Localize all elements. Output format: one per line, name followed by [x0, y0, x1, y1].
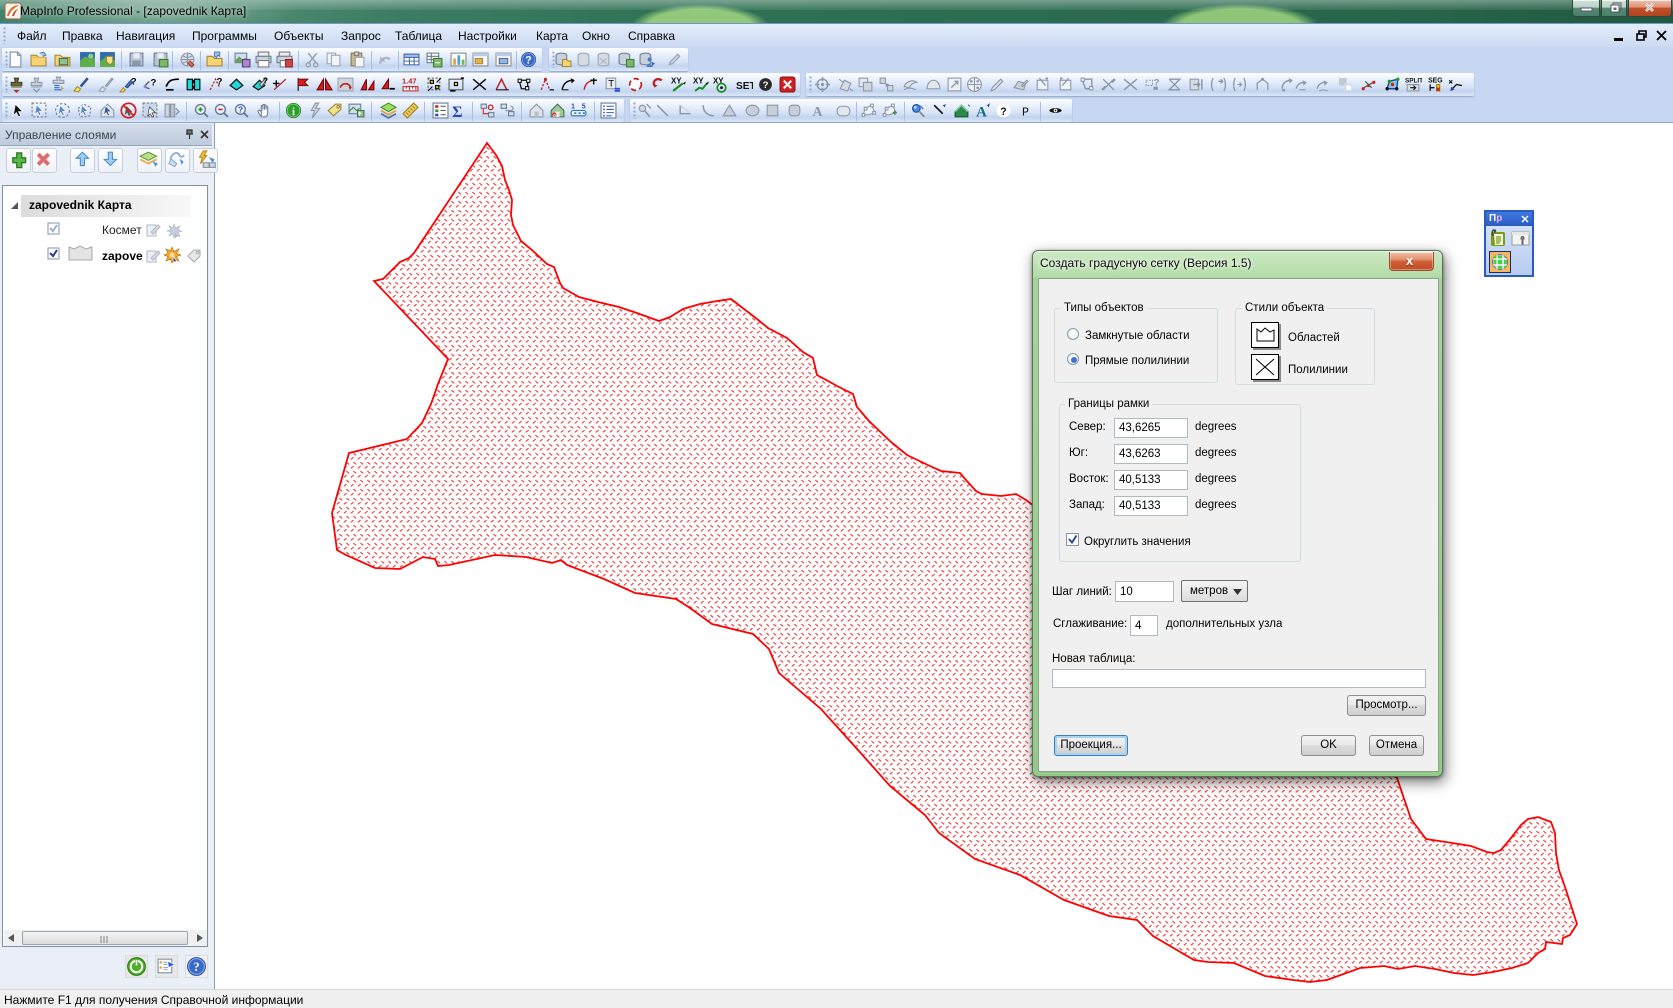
svg-text:?: ?: [131, 77, 136, 88]
svg-text:P: P: [1022, 105, 1029, 119]
svg-text:SET: SET: [736, 81, 753, 92]
svg-text:?: ?: [263, 76, 268, 85]
svg-text:?: ?: [763, 80, 769, 91]
svg-text:T: T: [608, 79, 614, 90]
svg-text:?: ?: [1000, 106, 1006, 118]
svg-text:Σ: Σ: [452, 104, 462, 119]
svg-text:SPLIT: SPLIT: [1405, 77, 1422, 84]
svg-text:1.47: 1.47: [402, 76, 416, 85]
svg-text:?: ?: [238, 105, 243, 115]
svg-text:A: A: [976, 104, 987, 119]
svg-text:A: A: [813, 104, 823, 119]
svg-text:?: ?: [217, 77, 223, 88]
svg-text:?: ?: [193, 960, 199, 974]
svg-text:?: ?: [151, 78, 157, 89]
svg-text:1: 1: [571, 103, 575, 110]
svg-text:i: i: [292, 107, 295, 118]
svg-text:SEG: SEG: [1428, 77, 1443, 84]
svg-text:XY: XY: [693, 76, 704, 85]
svg-text:5: 5: [582, 103, 586, 110]
svg-text:?: ?: [525, 54, 531, 66]
